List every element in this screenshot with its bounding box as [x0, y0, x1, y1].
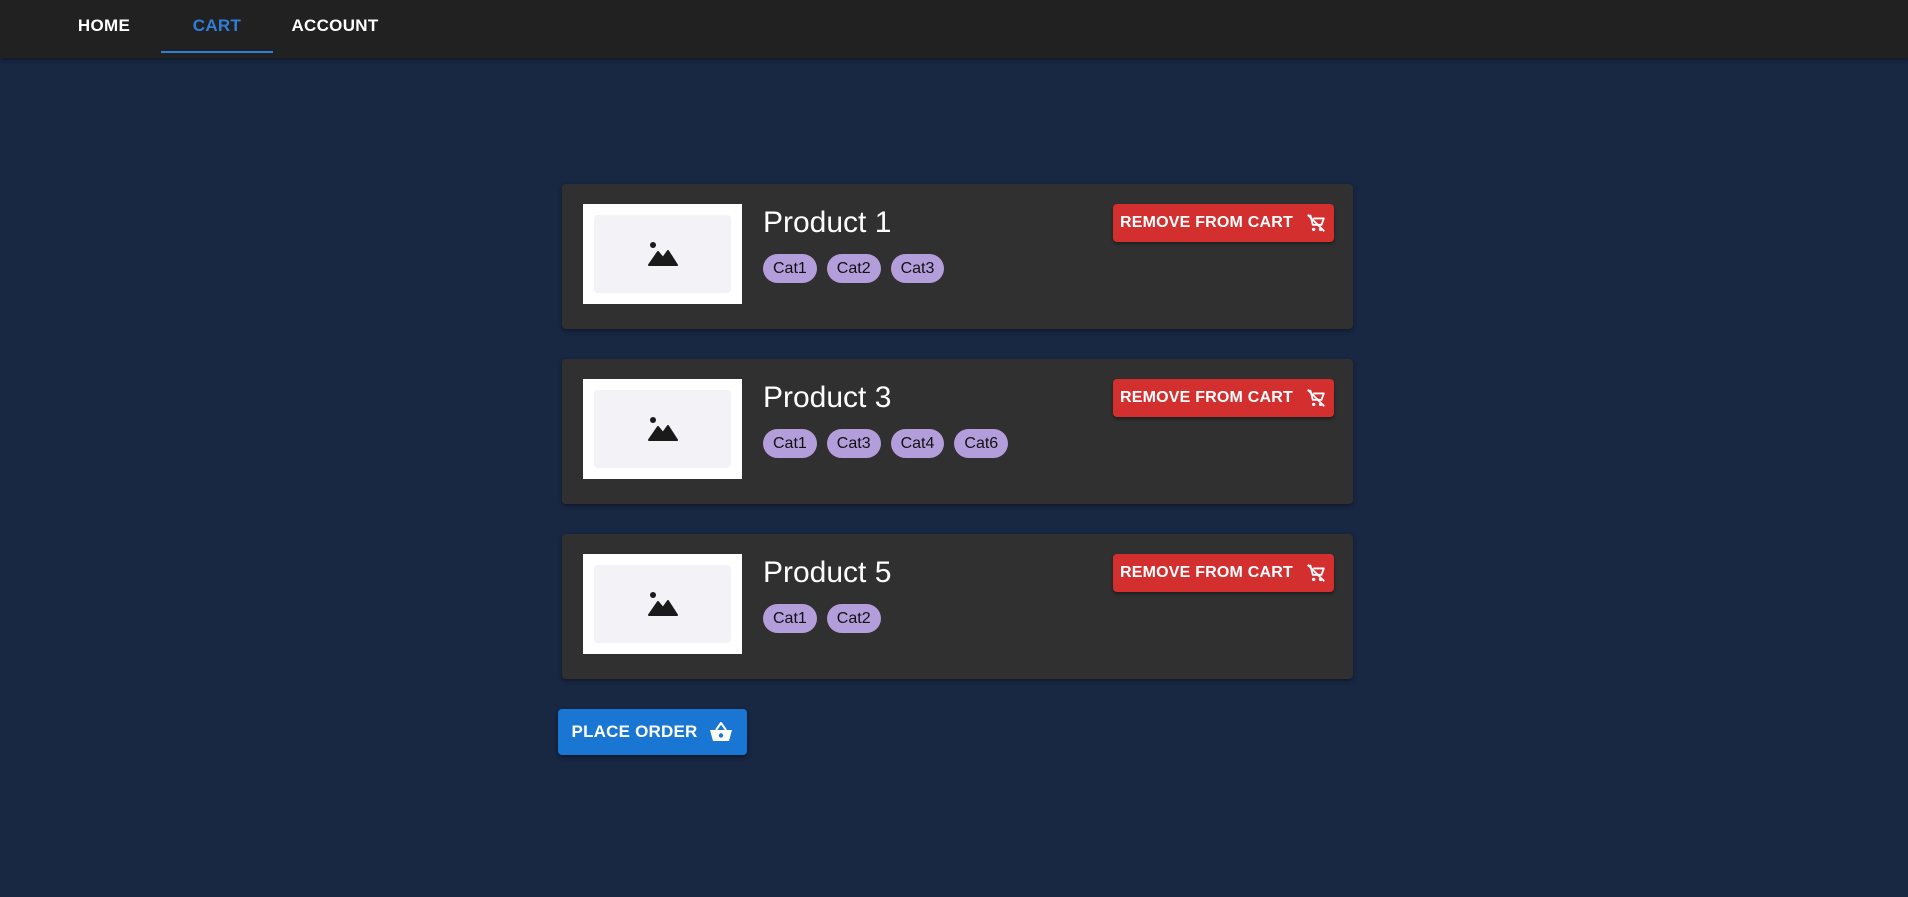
tab-cart[interactable]: CART: [161, 0, 273, 54]
product-image: [583, 204, 742, 304]
remove-shopping-cart-icon: [1305, 387, 1327, 409]
category-chip: Cat3: [826, 429, 881, 458]
category-chips: Cat1 Cat2: [763, 604, 881, 633]
remove-shopping-cart-icon: [1305, 562, 1327, 584]
product-title: Product 3: [763, 381, 892, 414]
product-image: [583, 379, 742, 479]
product-title: Product 5: [763, 556, 892, 589]
remove-from-cart-button[interactable]: REMOVE FROM CART: [1113, 554, 1334, 592]
category-chip: Cat1: [763, 604, 817, 633]
place-order-label: PLACE ORDER: [571, 722, 698, 741]
remove-shopping-cart-icon: [1305, 212, 1327, 234]
cart-item: Product 1 Cat1 Cat2 Cat3 REMOVE FROM CAR…: [562, 184, 1353, 329]
remove-from-cart-button[interactable]: REMOVE FROM CART: [1113, 204, 1334, 242]
category-chip: Cat6: [954, 429, 1009, 458]
product-image: [583, 554, 742, 654]
category-chips: Cat1 Cat3 Cat4 Cat6: [763, 429, 1009, 458]
product-title: Product 1: [763, 206, 892, 239]
remove-button-label: REMOVE FROM CART: [1120, 564, 1293, 581]
cart-item: Product 3 Cat1 Cat3 Cat4 Cat6 REMOVE FRO…: [562, 359, 1353, 504]
category-chip: Cat1: [763, 429, 817, 458]
image-placeholder-icon: [647, 241, 678, 267]
category-chip: Cat3: [890, 254, 945, 283]
cart-item: Product 5 Cat1 Cat2 REMOVE FROM CART: [562, 534, 1353, 679]
remove-button-label: REMOVE FROM CART: [1120, 389, 1293, 406]
remove-button-label: REMOVE FROM CART: [1120, 214, 1293, 231]
cart-item-list: Product 1 Cat1 Cat2 Cat3 REMOVE FROM CAR…: [562, 184, 1353, 709]
category-chip: Cat2: [826, 604, 881, 633]
image-placeholder-icon: [647, 416, 678, 442]
category-chip: Cat4: [890, 429, 945, 458]
image-placeholder-icon: [647, 591, 678, 617]
category-chip: Cat1: [763, 254, 817, 283]
shopping-basket-icon: [709, 721, 733, 743]
remove-from-cart-button[interactable]: REMOVE FROM CART: [1113, 379, 1334, 417]
place-order-button[interactable]: PLACE ORDER: [558, 709, 747, 755]
active-tab-indicator: [161, 51, 273, 53]
category-chips: Cat1 Cat2 Cat3: [763, 254, 945, 283]
tab-home[interactable]: HOME: [56, 0, 152, 54]
tab-account[interactable]: ACCOUNT: [282, 0, 388, 54]
category-chip: Cat2: [826, 254, 881, 283]
top-navigation-bar: HOME CART ACCOUNT: [0, 0, 1908, 58]
